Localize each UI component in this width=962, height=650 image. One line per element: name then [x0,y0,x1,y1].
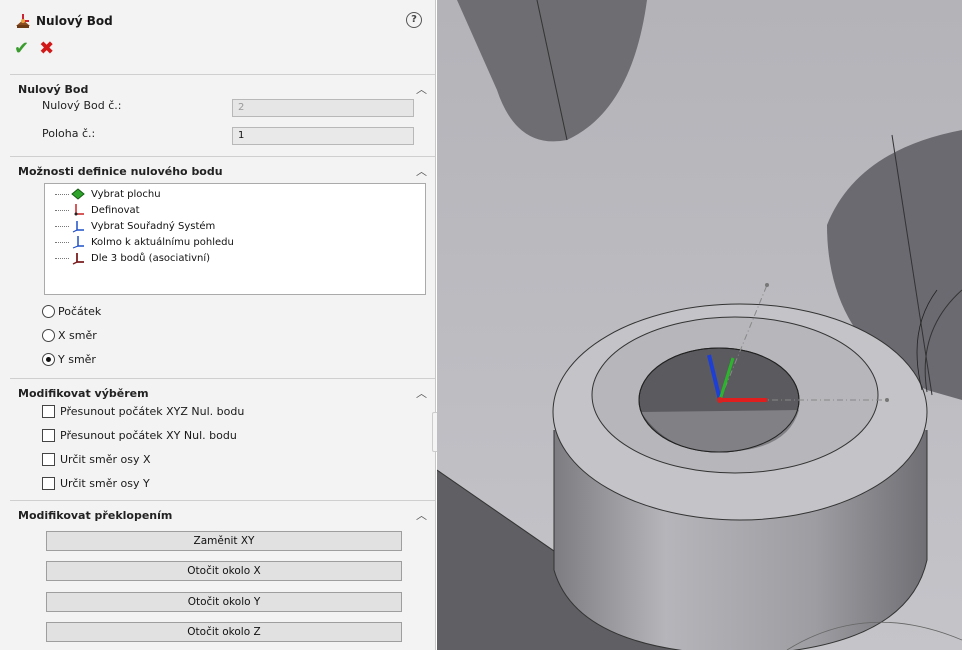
action-buttons: ✔ ✖ [14,40,54,58]
checkbox[interactable] [42,429,55,442]
checkbox-label: Přesunout počátek XYZ Nul. bodu [60,405,245,418]
checkbox-label: Určit směr osy X [60,453,151,466]
checkbox-presunout-xy[interactable]: Přesunout počátek XY Nul. bodu [42,429,237,442]
normal-to-view-icon [72,236,84,249]
radio-label: Počátek [58,305,102,318]
section-nulovy-bod: Nulový Bod ︿ Nulový Bod č.: 2 Poloha č.:… [10,74,435,156]
checkbox-presunout-xyz[interactable]: Přesunout počátek XYZ Nul. bodu [42,405,244,418]
tree-item-label: Vybrat Souřadný Systém [91,220,216,232]
section-modifikovat-vyberem: Modifikovat výběrem ︿ Přesunout počátek … [10,378,435,500]
radio-button[interactable] [42,329,55,342]
definition-tree: Vybrat plochu Definovat Vybrat Souřadný … [44,183,426,295]
checkbox-label: Přesunout počátek XY Nul. bodu [60,429,237,442]
tree-item-dle-3-bodu[interactable]: Dle 3 bodů (asociativní) [55,250,210,266]
title-row: Nulový Bod [14,12,113,30]
property-manager-panel: Nulový Bod ? ✔ ✖ Nulový Bod ︿ Nulový Bod… [0,0,436,650]
field-label-nulovy-bod: Nulový Bod č.: [42,99,122,112]
checkbox-urcit-osy-y[interactable]: Určit směr osy Y [42,477,150,490]
chevron-up-icon[interactable]: ︿ [416,163,428,178]
checkbox[interactable] [42,453,55,466]
model-view-svg [437,0,962,650]
field-label-poloha: Poloha č.: [42,127,96,140]
section-title: Modifikovat výběrem [18,387,149,400]
radio-label: Y směr [58,353,96,366]
radio-button[interactable] [42,305,55,318]
zamenit-xy-button[interactable]: Zaměnit XY [46,531,402,551]
otocit-okolo-x-button[interactable]: Otočit okolo X [46,561,402,581]
checkbox-label: Určit směr osy Y [60,477,150,490]
face-select-icon [71,188,85,200]
chevron-up-icon[interactable]: ︿ [416,385,428,400]
tree-item-vybrat-plochu[interactable]: Vybrat plochu [55,186,161,202]
poloha-number-input[interactable]: 1 [232,127,414,145]
radio-button[interactable] [42,353,55,366]
chevron-up-icon[interactable]: ︿ [416,81,428,96]
close-x-icon[interactable]: ✖ [39,40,54,58]
construction-point [765,283,769,287]
graphics-viewport[interactable] [437,0,962,650]
coordinate-system-icon [72,221,84,233]
panel-header: Nulový Bod ? ✔ ✖ [0,0,435,68]
otocit-okolo-y-button[interactable]: Otočit okolo Y [46,592,402,612]
tree-item-definovat[interactable]: Definovat [55,202,140,218]
tree-item-label: Kolmo k aktuálnímu pohledu [91,236,234,248]
radio-label: X směr [58,329,97,342]
section-title: Možnosti definice nulového bodu [18,165,223,178]
otocit-okolo-z-button[interactable]: Otočit okolo Z [46,622,402,642]
section-title: Nulový Bod [18,83,89,96]
tree-item-kolmo[interactable]: Kolmo k aktuálnímu pohledu [55,234,234,250]
radio-y-smer[interactable]: Y směr [42,353,96,366]
work-offset-icon [16,14,30,28]
checkbox[interactable] [42,477,55,490]
three-points-icon [72,253,84,265]
section-moznosti-definice: Možnosti definice nulového bodu ︿ Vybrat… [10,156,435,378]
section-modifikovat-preklopenim: Modifikovat překlopením ︿ Zaměnit XY Oto… [10,500,435,650]
nulovy-bod-number-input: 2 [232,99,414,117]
tree-item-label: Vybrat plochu [91,188,161,200]
define-axes-icon [74,204,84,216]
origin-point [717,397,723,403]
checkmark-icon[interactable]: ✔ [14,40,29,58]
section-title: Modifikovat překlopením [18,509,173,522]
checkbox-urcit-osy-x[interactable]: Určit směr osy X [42,453,150,466]
construction-point [885,398,889,402]
chevron-up-icon[interactable]: ︿ [416,507,428,522]
tree-item-label: Dle 3 bodů (asociativní) [91,252,211,264]
tree-item-label: Definovat [91,204,140,216]
radio-x-smer[interactable]: X směr [42,329,97,342]
panel-title: Nulový Bod [36,14,113,28]
tree-item-vybrat-souradny-system[interactable]: Vybrat Souřadný Systém [55,218,215,234]
question-circle-icon[interactable]: ? [406,12,422,28]
radio-pocatek[interactable]: Počátek [42,305,101,318]
checkbox[interactable] [42,405,55,418]
